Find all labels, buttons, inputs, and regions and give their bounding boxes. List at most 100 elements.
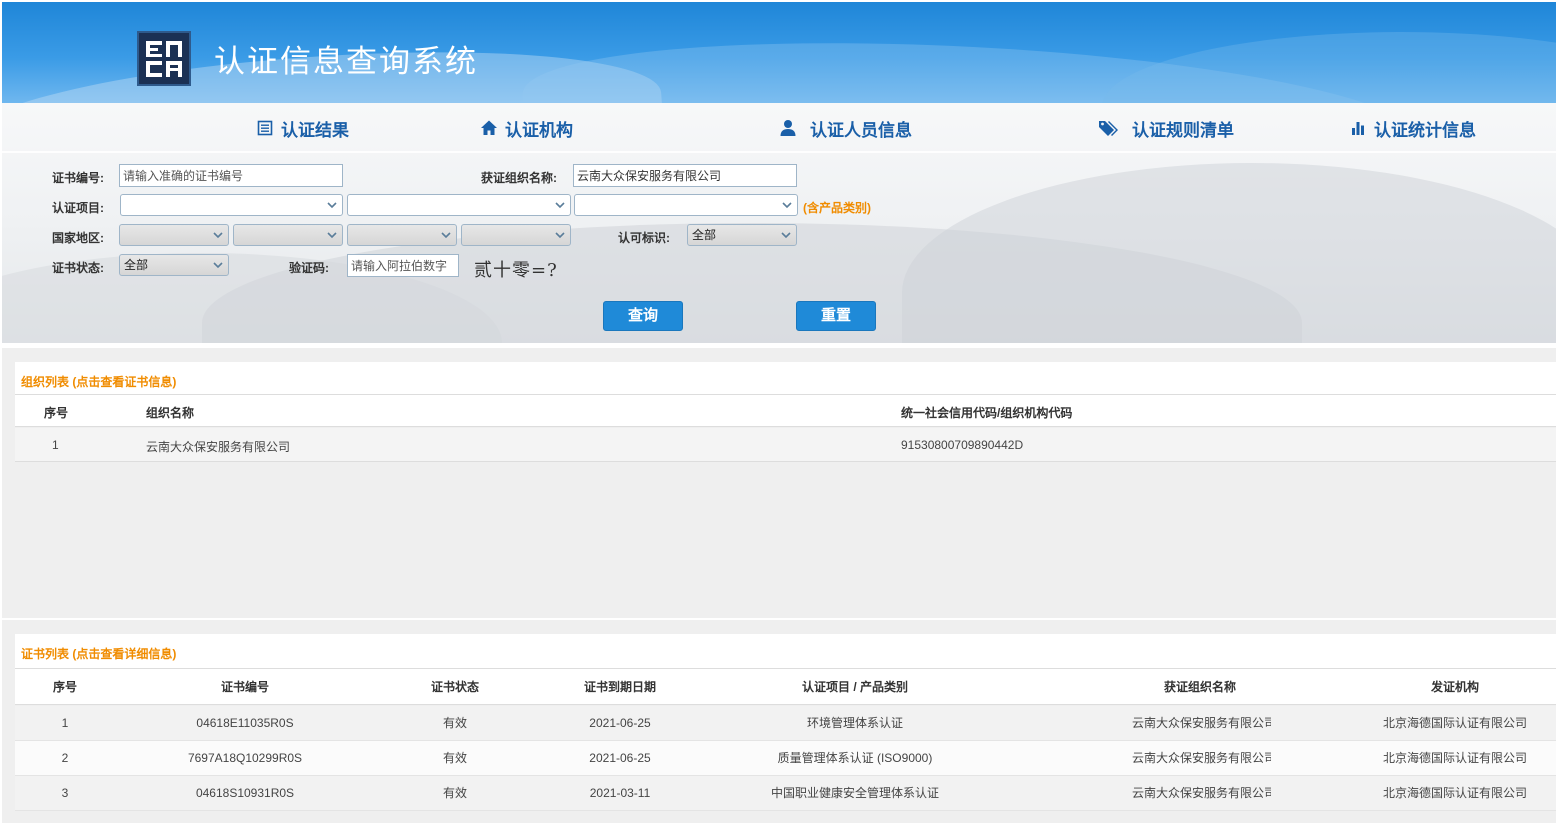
region-label: 国家地区:: [52, 231, 104, 245]
cert-row-project: 中国职业健康安全管理体系认证: [770, 786, 939, 800]
status-label: 证书状态:: [52, 261, 104, 275]
chevron-down-icon: [327, 232, 337, 239]
nav-statistics[interactable]: 认证统计信息: [1348, 116, 1476, 140]
cert-row-project: 质量管理体系认证 (ISO9000): [777, 751, 933, 765]
cert-row-number: 7697A18Q10299R0S: [187, 751, 303, 765]
cert-row-no: 3: [61, 786, 69, 800]
cnca-logo[interactable]: [137, 31, 191, 86]
column-header: 证书编号: [220, 680, 269, 694]
cert-row-status: 有效: [442, 751, 467, 765]
captcha-label: 验证码:: [289, 261, 329, 275]
nav-cert-results[interactable]: 认证结果: [255, 116, 349, 140]
org-name: 云南大众保安服务有限公司: [146, 440, 291, 454]
nav-label: 认证人员信息: [810, 120, 912, 140]
cert-row-status: 有效: [442, 716, 467, 730]
region-select-2[interactable]: [233, 224, 343, 246]
chevron-down-icon: [213, 232, 223, 239]
column-header: 证书状态: [430, 680, 479, 694]
banner-mountain: [1102, 32, 1556, 103]
cert-row-no: 1: [61, 716, 69, 730]
bar-chart-icon: [1348, 118, 1368, 138]
cert-table-header: 序号 证书编号 证书状态 证书到期日期 认证项目 / 产品类别 获证组织名称 发…: [15, 669, 1556, 705]
column-header: 发证机构: [1430, 680, 1479, 694]
cert-row[interactable]: 1 04618E11035R0S 有效 2021-06-25 环境管理体系认证 …: [15, 706, 1556, 741]
nav-personnel[interactable]: 认证人员信息: [778, 116, 912, 140]
cert-row-status: 有效: [442, 786, 467, 800]
chevron-down-icon: [213, 262, 223, 269]
cert-row-org: 云南大众保安服务有限公司: [1132, 716, 1271, 730]
home-icon: [479, 118, 499, 138]
status-value: 全部: [124, 258, 149, 272]
org-list-panel: 组织列表 (点击查看证书信息) 序号 组织名称 统一社会信用代码/组织机构代码 …: [2, 348, 1556, 618]
org-table-header: 序号 组织名称 统一社会信用代码/组织机构代码: [15, 395, 1556, 427]
accredit-select[interactable]: 全部: [687, 224, 797, 246]
region-select-4[interactable]: [461, 224, 571, 246]
region-select-1[interactable]: [119, 224, 229, 246]
org-list-title: 组织列表 (点击查看证书信息): [21, 375, 177, 389]
cert-row-issuer: 北京海德国际认证有限公司: [1382, 716, 1527, 730]
cert-no-input[interactable]: [119, 164, 343, 187]
column-header: 证书到期日期: [583, 680, 656, 694]
accredit-label: 认可标识:: [618, 231, 670, 245]
nav-label: 认证机构: [505, 120, 573, 140]
accredit-value: 全部: [692, 228, 717, 242]
user-icon: [778, 118, 798, 138]
cert-row-issuer: 北京海德国际认证有限公司: [1382, 751, 1527, 765]
region-select-3[interactable]: [347, 224, 457, 246]
project-select-2[interactable]: [347, 194, 571, 216]
cert-row-expiry: 2021-06-25: [589, 716, 651, 730]
list-icon: [255, 118, 275, 138]
project-hint: (含产品类别): [803, 201, 871, 215]
nav-label: 认证规则清单: [1132, 120, 1234, 140]
chevron-down-icon: [782, 202, 792, 209]
header-banner: 认证信息查询系统: [2, 2, 1556, 103]
query-button[interactable]: 查询: [603, 301, 683, 331]
tags-icon: [1098, 118, 1122, 138]
cert-list-header: 证书列表 (点击查看详细信息): [15, 634, 1556, 669]
cert-row-org: 云南大众保安服务有限公司: [1132, 786, 1271, 800]
site-title: 认证信息查询系统: [214, 44, 478, 80]
cert-list-title: 证书列表 (点击查看详细信息): [21, 647, 177, 661]
search-panel: 认证结果 认证机构 认证人员信息 认证规则清单 认证统计信息 证书编号: 获证组…: [2, 103, 1556, 343]
cert-row-number: 04618S10931R0S: [195, 786, 295, 800]
cert-list-panel: 证书列表 (点击查看详细信息) 序号 证书编号 证书状态 证书到期日期 认证项目…: [2, 620, 1556, 823]
column-header: 认证项目 / 产品类别: [801, 680, 908, 694]
nav-label: 认证结果: [281, 120, 349, 140]
reset-button[interactable]: 重置: [796, 301, 876, 331]
org-name-input[interactable]: [573, 164, 797, 187]
column-header: 序号: [52, 680, 77, 694]
org-code: 91530800709890442D: [901, 438, 1024, 452]
cert-row[interactable]: 2 7697A18Q10299R0S 有效 2021-06-25 质量管理体系认…: [15, 741, 1556, 776]
chevron-down-icon: [441, 232, 451, 239]
column-header: 组织名称: [146, 406, 195, 420]
status-select[interactable]: 全部: [119, 254, 229, 276]
captcha-input[interactable]: [347, 254, 459, 277]
cert-no-label: 证书编号:: [52, 171, 104, 185]
nav-divider: [2, 151, 1556, 153]
chevron-down-icon: [555, 202, 565, 209]
cert-row-expiry: 2021-06-25: [589, 751, 651, 765]
project-select-3[interactable]: [574, 194, 798, 216]
cert-row[interactable]: 3 04618S10931R0S 有效 2021-03-11 中国职业健康安全管…: [15, 776, 1556, 811]
project-select-1[interactable]: [120, 194, 343, 216]
cert-row-issuer: 北京海德国际认证有限公司: [1382, 786, 1527, 800]
project-label: 认证项目:: [52, 201, 104, 215]
chevron-down-icon: [781, 232, 791, 239]
cert-row-no: 2: [61, 751, 69, 765]
chevron-down-icon: [555, 232, 565, 239]
cert-row-expiry: 2021-03-11: [589, 786, 651, 800]
column-header: 统一社会信用代码/组织机构代码: [901, 406, 1073, 420]
org-name-label: 获证组织名称:: [481, 171, 557, 185]
nav-cert-bodies[interactable]: 认证机构: [479, 116, 573, 140]
org-row[interactable]: 1 云南大众保安服务有限公司 91530800709890442D: [15, 428, 1556, 462]
chevron-down-icon: [327, 202, 337, 209]
captcha-image[interactable]: 贰十零=?: [474, 256, 558, 282]
org-no: 1: [52, 438, 59, 452]
nav-label: 认证统计信息: [1374, 120, 1476, 140]
column-header: 序号: [44, 406, 69, 420]
background-fog: [902, 163, 1556, 343]
org-list-header: 组织列表 (点击查看证书信息): [15, 362, 1556, 395]
cert-row-org: 云南大众保安服务有限公司: [1132, 751, 1271, 765]
nav-rules-list[interactable]: 认证规则清单: [1098, 116, 1234, 140]
cert-row-project: 环境管理体系认证: [806, 716, 903, 730]
